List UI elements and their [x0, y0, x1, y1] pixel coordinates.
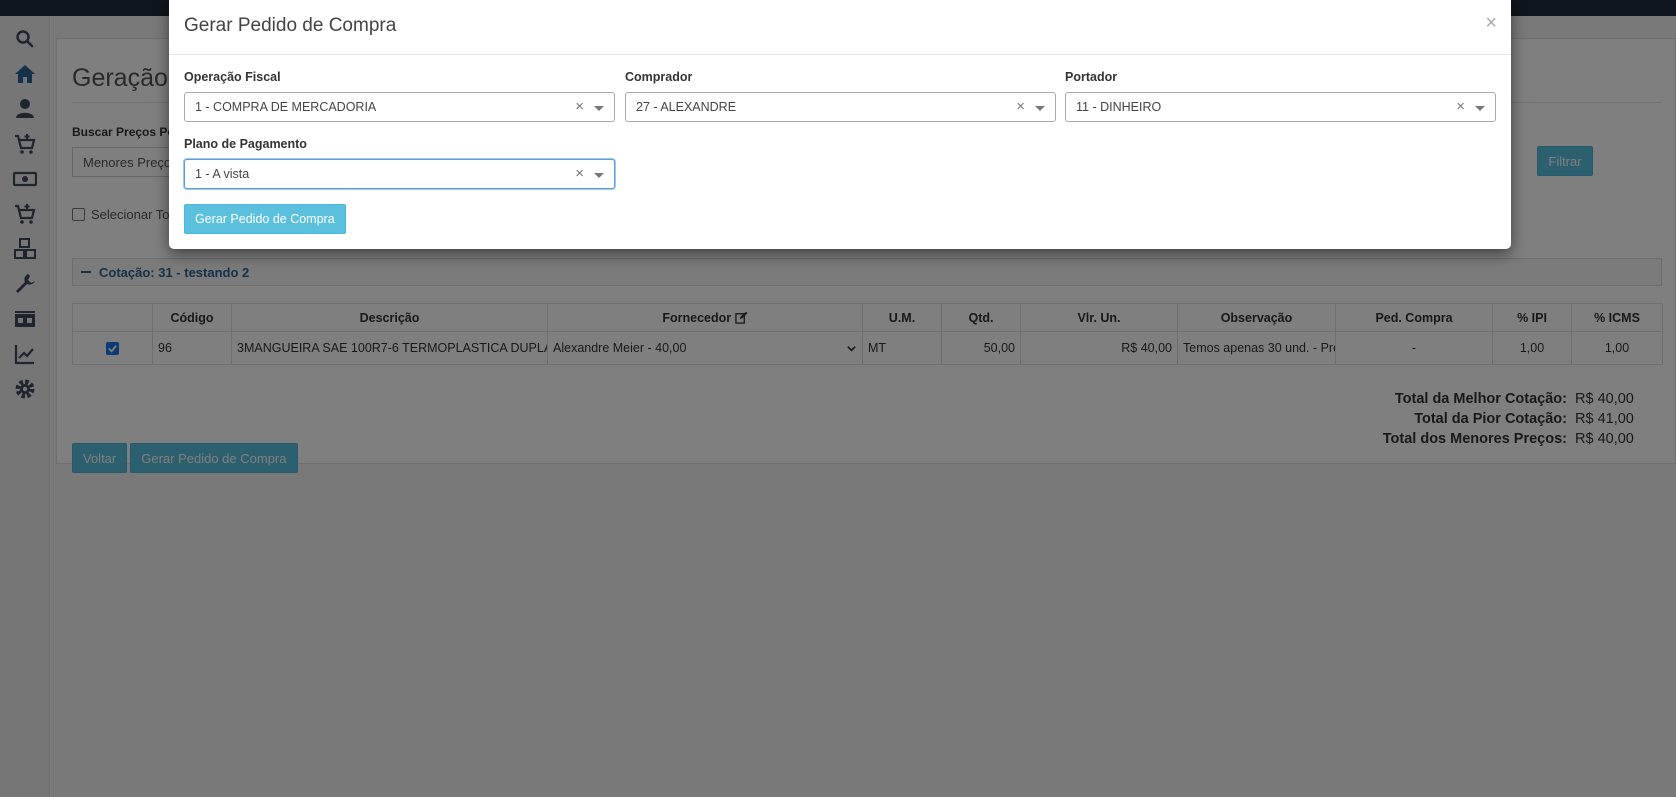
- clear-icon[interactable]: ×: [1016, 98, 1025, 115]
- buyer-label: Comprador: [625, 70, 693, 84]
- clear-icon[interactable]: ×: [575, 98, 584, 115]
- carrier-select[interactable]: 11 - DINHEIRO ×: [1065, 92, 1496, 122]
- fiscal-operation-value: 1 - COMPRA DE MERCADORIA: [195, 100, 377, 114]
- dropdown-arrow-icon[interactable]: [1035, 106, 1045, 111]
- generate-order-modal: Gerar Pedido de Compra × Operação Fiscal…: [169, 0, 1511, 249]
- payment-plan-label: Plano de Pagamento: [184, 137, 307, 151]
- clear-icon[interactable]: ×: [575, 165, 584, 182]
- close-icon[interactable]: ×: [1485, 12, 1497, 35]
- dropdown-arrow-icon[interactable]: [594, 106, 604, 111]
- fiscal-operation-label: Operação Fiscal: [184, 70, 281, 84]
- payment-plan-select[interactable]: 1 - A vista ×: [184, 159, 615, 189]
- fiscal-operation-select[interactable]: 1 - COMPRA DE MERCADORIA ×: [184, 92, 615, 122]
- carrier-label: Portador: [1065, 70, 1118, 84]
- payment-plan-value: 1 - A vista: [195, 167, 250, 181]
- modal-title: Gerar Pedido de Compra: [184, 15, 397, 36]
- clear-icon[interactable]: ×: [1456, 98, 1465, 115]
- dropdown-arrow-icon[interactable]: [594, 173, 604, 178]
- modal-header: Gerar Pedido de Compra ×: [169, 0, 1511, 55]
- modal-generate-order-button[interactable]: Gerar Pedido de Compra: [184, 204, 346, 234]
- buyer-select[interactable]: 27 - ALEXANDRE ×: [625, 92, 1056, 122]
- carrier-value: 11 - DINHEIRO: [1076, 100, 1162, 114]
- dropdown-arrow-icon[interactable]: [1475, 106, 1485, 111]
- buyer-value: 27 - ALEXANDRE: [636, 100, 737, 114]
